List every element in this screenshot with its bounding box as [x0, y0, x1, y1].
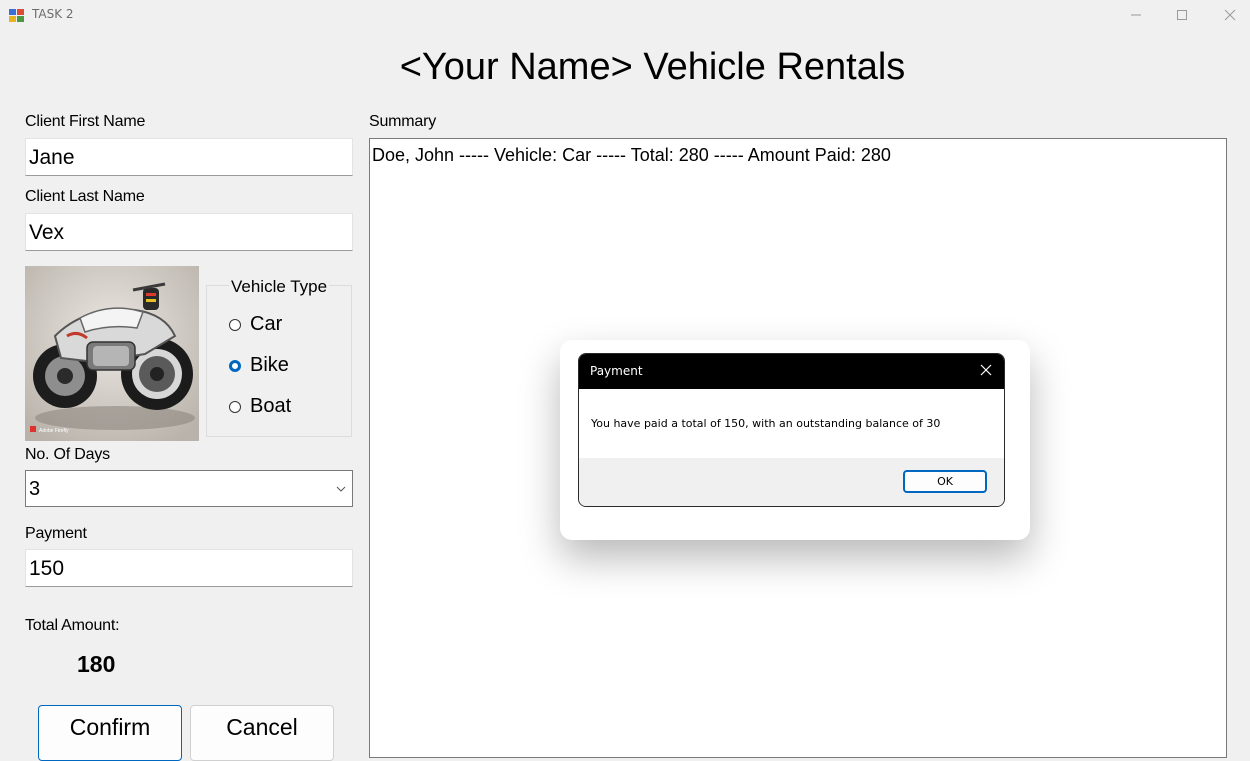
days-label: No. Of Days: [25, 446, 110, 463]
window-titlebar: [0, 0, 1250, 30]
radio-boat[interactable]: Boat: [229, 395, 291, 418]
minimize-icon: [1131, 14, 1141, 16]
total-amount-label: Total Amount:: [25, 617, 120, 634]
days-select[interactable]: 3: [25, 470, 353, 507]
dialog-message: You have paid a total of 150, with an ou…: [591, 417, 941, 430]
maximize-icon: [1177, 10, 1187, 20]
chevron-down-icon: [336, 486, 346, 492]
radio-car-indicator[interactable]: [229, 318, 241, 331]
last-name-field[interactable]: Vex: [25, 213, 353, 251]
first-name-label: Client First Name: [25, 113, 146, 130]
watermark-text: Adobe Firefly: [39, 428, 69, 434]
page-title: <Your Name> Vehicle Rentals: [399, 46, 906, 88]
radio-car[interactable]: Car: [229, 313, 282, 336]
cancel-button[interactable]: Cancel: [190, 705, 334, 761]
last-name-label: Client Last Name: [25, 188, 145, 205]
radio-car-label: Car: [250, 313, 283, 335]
radio-bike[interactable]: Bike: [229, 354, 289, 377]
days-select-value: 3: [29, 478, 41, 500]
radio-bike-label: Bike: [250, 354, 289, 376]
dialog-close-icon[interactable]: [978, 362, 994, 378]
summary-line[interactable]: Doe, John ----- Vehicle: Car ----- Total…: [372, 145, 1226, 166]
app-icon: [9, 9, 24, 22]
confirm-button[interactable]: Confirm: [38, 705, 182, 761]
summary-label: Summary: [369, 113, 437, 130]
minimize-button[interactable]: [1116, 0, 1156, 30]
motorbike-illustration: Adobe Firefly: [25, 266, 199, 441]
radio-boat-label: Boat: [250, 395, 292, 417]
total-amount-value: 180: [77, 651, 116, 677]
close-window-button[interactable]: [1210, 0, 1250, 30]
payment-dialog: Payment You have paid a total of 150, wi…: [578, 353, 1005, 507]
first-name-field[interactable]: Jane: [25, 138, 353, 176]
vehicle-image: Adobe Firefly: [25, 266, 199, 441]
radio-boat-indicator[interactable]: [229, 400, 241, 413]
payment-field[interactable]: 150: [25, 549, 353, 587]
dialog-title: Payment: [590, 364, 643, 378]
radio-bike-indicator[interactable]: [229, 359, 241, 372]
window-title: TASK 2: [32, 7, 74, 21]
dialog-ok-button[interactable]: OK: [903, 470, 987, 493]
payment-label: Payment: [25, 525, 87, 542]
close-icon: [1224, 9, 1236, 21]
vehicle-type-legend: Vehicle Type: [229, 277, 330, 297]
maximize-button[interactable]: [1162, 0, 1202, 30]
